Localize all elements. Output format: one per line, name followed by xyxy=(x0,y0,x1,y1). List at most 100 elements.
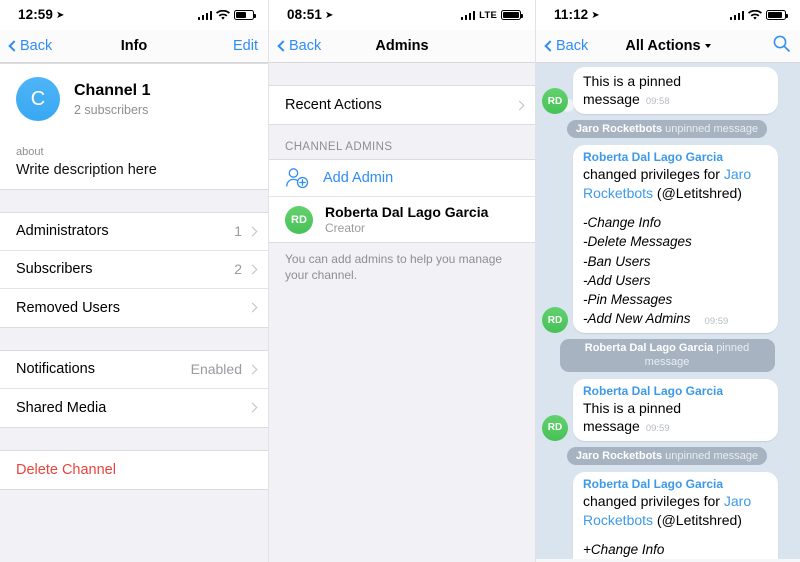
privilege-item-label: -Add New Admins xyxy=(583,311,691,327)
message-text-row: This is a pinned message 09:58 xyxy=(583,72,769,109)
message-author: Roberta Dal Lago Garcia xyxy=(583,150,724,165)
recent-actions-group: Recent Actions xyxy=(269,85,535,125)
chat-message[interactable]: RD Roberta Dal Lago Garcia This is a pin… xyxy=(542,378,792,441)
row-value: 2 xyxy=(234,261,242,277)
privilege-item: -Change Info xyxy=(583,215,662,231)
row-value: 1 xyxy=(234,223,242,239)
service-message: Jaro Rocketbots unpinned message xyxy=(542,120,792,139)
service-actor: Roberta Dal Lago Garcia xyxy=(584,342,714,355)
chevron-left-icon xyxy=(544,40,556,52)
back-button-mid[interactable]: Back xyxy=(277,38,321,54)
spacer xyxy=(0,427,268,450)
row-label: Subscribers xyxy=(16,261,93,277)
add-admin-button[interactable]: Add Admin xyxy=(269,160,535,197)
message-time: 09:58 xyxy=(645,96,670,108)
back-button-left[interactable]: Back xyxy=(8,38,53,54)
row-label: Delete Channel xyxy=(16,461,116,478)
row-notifications[interactable]: Notifications Enabled xyxy=(0,350,268,389)
row-recent-actions[interactable]: Recent Actions xyxy=(269,86,535,124)
privilege-item: +Change Info xyxy=(583,542,665,557)
left-body: C Channel 1 2 subscribers about Write de… xyxy=(0,63,268,562)
signal-icon xyxy=(460,10,476,20)
privilege-item: -Delete Messages xyxy=(583,234,692,250)
row-subscribers[interactable]: Subscribers 2 xyxy=(0,250,268,289)
row-label: Removed Users xyxy=(16,299,120,316)
back-button-right[interactable]: Back xyxy=(544,38,589,54)
location-arrow-icon: ➤ xyxy=(591,10,600,21)
chevron-right-icon xyxy=(514,100,525,110)
row-administrators[interactable]: Administrators 1 xyxy=(0,212,268,251)
back-label: Back xyxy=(20,38,53,54)
row-value: Enabled xyxy=(190,361,242,377)
admin-list-item[interactable]: RD Roberta Dal Lago Garcia Creator xyxy=(269,197,535,242)
danger-group: Delete Channel xyxy=(0,449,268,490)
chat-message[interactable]: RD Roberta Dal Lago Garcia changed privi… xyxy=(542,472,792,562)
message-text: changed privileges for Jaro Rocketbots (… xyxy=(583,492,769,529)
subscriber-count: 2 subscribers xyxy=(74,103,149,117)
row-shared-media[interactable]: Shared Media xyxy=(0,388,268,427)
chat-log[interactable]: RD This is a pinned message 09:58 Jaro Ro… xyxy=(536,63,800,562)
edit-button[interactable]: Edit xyxy=(233,38,258,54)
search-button[interactable] xyxy=(773,35,790,57)
chat-message[interactable]: RD This is a pinned message 09:58 xyxy=(542,67,792,114)
service-actor: Jaro Rocketbots xyxy=(575,123,663,135)
location-arrow-icon: ➤ xyxy=(56,10,65,21)
profile-group: C Channel 1 2 subscribers about Write de… xyxy=(0,63,268,190)
settings-group: Notifications Enabled Shared Media xyxy=(0,349,268,428)
back-label: Back xyxy=(556,38,589,54)
message-time: 09:59 xyxy=(704,315,729,327)
status-time-left: 12:59 ➤ xyxy=(18,7,65,22)
status-bar-right: 11:12 ➤ xyxy=(536,0,800,30)
message-text-row: This is a pinned message 09:59 xyxy=(583,399,769,436)
row-label: Administrators xyxy=(16,223,109,239)
avatar: RD xyxy=(285,205,313,234)
status-time-right: 11:12 ➤ xyxy=(554,7,600,22)
delete-channel-button[interactable]: Delete Channel xyxy=(0,450,268,489)
add-person-icon xyxy=(286,168,309,189)
message-bubble[interactable]: Roberta Dal Lago Garcia changed privileg… xyxy=(573,145,778,334)
row-label: Shared Media xyxy=(16,399,107,416)
message-bubble[interactable]: This is a pinned message 09:58 xyxy=(573,67,778,114)
add-admin-label: Add Admin xyxy=(323,170,394,186)
row-removed-users[interactable]: Removed Users xyxy=(0,288,268,327)
about-label: about xyxy=(16,146,44,158)
channel-profile-row[interactable]: C Channel 1 2 subscribers xyxy=(0,64,268,136)
spacer xyxy=(269,63,535,85)
service-action: unpinned message xyxy=(665,449,759,462)
avatar: RD xyxy=(542,414,568,441)
panel-all-actions: 11:12 ➤ Back All Actions RD This is a pi… xyxy=(535,0,800,562)
row-label: Notifications xyxy=(16,361,95,377)
section-header-channel-admins: CHANNEL ADMINS xyxy=(285,141,393,153)
message-bubble[interactable]: Roberta Dal Lago Garcia This is a pinned… xyxy=(573,378,778,441)
battery-icon xyxy=(501,10,523,20)
chat-message[interactable]: RD Roberta Dal Lago Garcia changed privi… xyxy=(542,145,792,334)
message-bubble[interactable]: Roberta Dal Lago Garcia changed privileg… xyxy=(573,472,778,562)
network-type-label: LTE xyxy=(479,9,497,21)
nav-bar-left: Back Info Edit xyxy=(0,30,268,63)
message-author: Roberta Dal Lago Garcia xyxy=(583,477,724,492)
privilege-item: -Add New Admins 09:59 xyxy=(583,309,769,328)
chevron-left-icon xyxy=(277,40,289,52)
chevron-right-icon xyxy=(247,402,258,413)
battery-icon xyxy=(234,10,256,20)
chevron-right-icon xyxy=(247,302,258,313)
service-message: Roberta Dal Lago Garcia pinned message xyxy=(542,339,792,372)
status-time-mid: 08:51 ➤ xyxy=(287,7,334,22)
about-value: Write description here xyxy=(16,161,157,178)
admin-role: Creator xyxy=(325,221,366,235)
message-text: changed privileges for Jaro Rocketbots (… xyxy=(583,165,769,202)
admin-name: Roberta Dal Lago Garcia xyxy=(325,204,489,220)
battery-icon xyxy=(766,10,788,20)
about-block[interactable]: about Write description here xyxy=(0,136,268,189)
panel-admins: 08:51 ➤ LTE Back Admins Recent Actions C… xyxy=(268,0,535,562)
status-bar-left: 12:59 ➤ xyxy=(0,0,268,30)
service-action: unpinned message xyxy=(665,123,759,135)
admins-group: Add Admin RD Roberta Dal Lago Garcia Cre… xyxy=(269,159,535,243)
signal-icon xyxy=(729,10,744,20)
channel-name: Channel 1 xyxy=(74,82,151,99)
service-message: Jaro Rocketbots unpinned message xyxy=(542,446,792,466)
nav-bar-mid: Back Admins xyxy=(269,30,535,63)
chevron-right-icon xyxy=(247,364,258,374)
spacer xyxy=(0,327,268,350)
privilege-lead: changed privileges for xyxy=(583,493,724,510)
